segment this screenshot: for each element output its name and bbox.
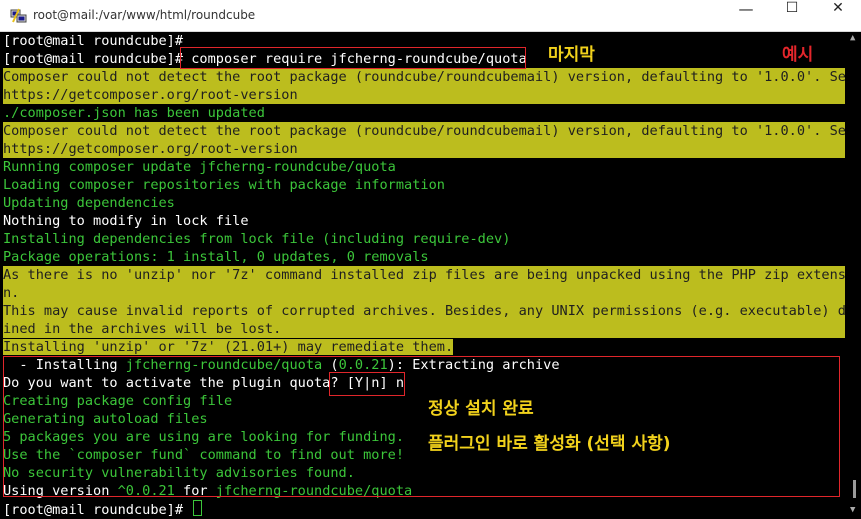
terminal-line: ./composer.json has been updated [3, 105, 265, 121]
terminal-line: Updating dependencies [3, 195, 175, 211]
window-title: root@mail:/var/www/html/roundcube [33, 8, 256, 22]
terminal-line: As there is no 'unzip' nor '7z' command … [3, 266, 845, 284]
annotation-install-success: 정상 설치 완료 [428, 399, 534, 419]
scroll-up-arrow-icon[interactable]: ▲ [850, 33, 855, 43]
install-result-highlight-box [3, 356, 840, 497]
close-button[interactable]: ✕ [815, 0, 861, 32]
terminal-line: Installing 'unzip' or '7z' (21.01+) may … [3, 338, 845, 356]
activate-answer-highlight-box [329, 372, 405, 396]
shell-prompt: [root@mail roundcube]# [3, 502, 192, 518]
terminal-line: This may cause invalid reports of corrup… [3, 302, 845, 320]
putty-icon [10, 8, 27, 23]
text-cursor[interactable] [193, 500, 203, 516]
terminal-line: Running composer update jfcherng-roundcu… [3, 159, 396, 175]
annotation-activate-plugin: 플러그인 바로 활성화 (선택 사항) [428, 434, 671, 454]
maximize-button[interactable]: ☐ [769, 0, 815, 32]
terminal-line: Loading composer repositories with packa… [3, 177, 445, 193]
terminal-line: [root@mail roundcube]# [3, 500, 845, 518]
command-highlight-box [180, 47, 526, 69]
terminal-line: ined in the archives will be lost. [3, 320, 845, 338]
annotation-example: 예시 [782, 45, 814, 65]
annotation-last: 마지막 [548, 45, 595, 65]
terminal-line: Installing dependencies from lock file (… [3, 231, 511, 247]
scroll-down-arrow-icon[interactable]: ▼ [850, 505, 855, 515]
minimize-button[interactable]: — [723, 0, 769, 32]
scrollbar-thumb[interactable] [853, 480, 856, 498]
terminal-line: Package operations: 1 install, 0 updates… [3, 249, 429, 265]
terminal-line: https://getcomposer.org/root-version [3, 140, 845, 158]
vertical-scrollbar[interactable] [848, 32, 861, 519]
terminal-line: Composer could not detect the root packa… [3, 122, 845, 140]
terminal-line: n. [3, 284, 845, 302]
terminal-line: Nothing to modify in lock file [3, 213, 249, 229]
terminal-line-text: Installing 'unzip' or '7z' (21.01+) may … [3, 339, 454, 355]
terminal-line: https://getcomposer.org/root-version [3, 86, 845, 104]
window-titlebar[interactable]: root@mail:/var/www/html/roundcube — ☐ ✕ [0, 0, 861, 32]
terminal-line: Composer could not detect the root packa… [3, 68, 845, 86]
